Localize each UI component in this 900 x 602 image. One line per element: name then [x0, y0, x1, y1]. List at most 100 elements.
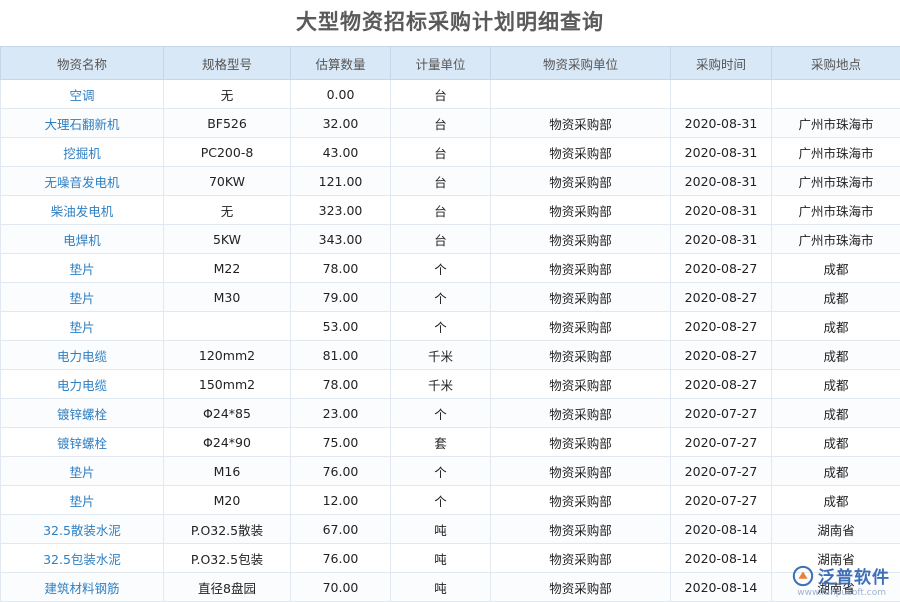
column-header[interactable]: 采购地点: [772, 47, 900, 80]
cell-unit: 个: [391, 457, 491, 486]
table-row[interactable]: 空调无0.00台: [1, 80, 900, 109]
cell-dept: [491, 80, 671, 109]
cell-place: 广州市珠海市: [772, 225, 900, 254]
column-header[interactable]: 计量单位: [391, 47, 491, 80]
cell-name[interactable]: 32.5散装水泥: [1, 515, 164, 544]
column-header[interactable]: 采购时间: [671, 47, 772, 80]
fanpu-logo-icon: [792, 565, 814, 587]
cell-name[interactable]: 电焊机: [1, 225, 164, 254]
cell-date: 2020-08-31: [671, 167, 772, 196]
table-row[interactable]: 电力电缆120mm281.00千米物资采购部2020-08-27成都: [1, 341, 900, 370]
cell-date: 2020-08-31: [671, 109, 772, 138]
table-row[interactable]: 镀锌螺栓Φ24*9075.00套物资采购部2020-07-27成都: [1, 428, 900, 457]
cell-name[interactable]: 空调: [1, 80, 164, 109]
cell-place: 广州市珠海市: [772, 138, 900, 167]
cell-spec: 150mm2: [164, 370, 291, 399]
cell-date: 2020-08-27: [671, 341, 772, 370]
cell-qty: 32.00: [291, 109, 391, 138]
cell-dept: 物资采购部: [491, 573, 671, 602]
cell-date: 2020-08-14: [671, 573, 772, 602]
table-row[interactable]: 垫片M1676.00个物资采购部2020-07-27成都: [1, 457, 900, 486]
procurement-table: 物资名称规格型号估算数量计量单位物资采购单位采购时间采购地点 空调无0.00台大…: [0, 46, 900, 602]
cell-qty: 75.00: [291, 428, 391, 457]
cell-place: 成都: [772, 457, 900, 486]
cell-spec: 无: [164, 196, 291, 225]
cell-qty: 76.00: [291, 457, 391, 486]
table-row[interactable]: 建筑材料钢筋直径8盘园70.00吨物资采购部2020-08-14湖南省: [1, 573, 900, 602]
cell-spec: 无: [164, 80, 291, 109]
cell-dept: 物资采购部: [491, 486, 671, 515]
cell-date: 2020-07-27: [671, 428, 772, 457]
cell-name[interactable]: 垫片: [1, 457, 164, 486]
cell-place: 湖南省: [772, 515, 900, 544]
table-row[interactable]: 挖掘机PC200-843.00台物资采购部2020-08-31广州市珠海市: [1, 138, 900, 167]
table-row[interactable]: 垫片53.00个物资采购部2020-08-27成都: [1, 312, 900, 341]
cell-name[interactable]: 垫片: [1, 486, 164, 515]
table-row[interactable]: 大理石翻新机BF52632.00台物资采购部2020-08-31广州市珠海市: [1, 109, 900, 138]
cell-dept: 物资采购部: [491, 341, 671, 370]
cell-name[interactable]: 镀锌螺栓: [1, 428, 164, 457]
table-row[interactable]: 32.5散装水泥P.O32.5散装67.00吨物资采购部2020-08-14湖南…: [1, 515, 900, 544]
cell-date: 2020-08-31: [671, 196, 772, 225]
watermark-text: 泛普软件: [818, 563, 890, 588]
cell-name[interactable]: 垫片: [1, 283, 164, 312]
table-row[interactable]: 镀锌螺栓Φ24*8523.00个物资采购部2020-07-27成都: [1, 399, 900, 428]
column-header[interactable]: 估算数量: [291, 47, 391, 80]
table-body: 空调无0.00台大理石翻新机BF52632.00台物资采购部2020-08-31…: [1, 80, 900, 602]
cell-place: 广州市珠海市: [772, 109, 900, 138]
cell-name[interactable]: 电力电缆: [1, 341, 164, 370]
cell-place: 广州市珠海市: [772, 167, 900, 196]
cell-unit: 吨: [391, 544, 491, 573]
cell-dept: 物资采购部: [491, 167, 671, 196]
cell-unit: 吨: [391, 573, 491, 602]
cell-qty: 12.00: [291, 486, 391, 515]
table-row[interactable]: 电焊机5KW343.00台物资采购部2020-08-31广州市珠海市: [1, 225, 900, 254]
cell-name[interactable]: 镀锌螺栓: [1, 399, 164, 428]
cell-qty: 43.00: [291, 138, 391, 167]
cell-date: 2020-08-31: [671, 225, 772, 254]
table-row[interactable]: 垫片M2012.00个物资采购部2020-07-27成都: [1, 486, 900, 515]
watermark-url: www.fanpusoft.com: [797, 588, 886, 598]
cell-name[interactable]: 挖掘机: [1, 138, 164, 167]
cell-unit: 台: [391, 196, 491, 225]
cell-name[interactable]: 垫片: [1, 312, 164, 341]
cell-name[interactable]: 大理石翻新机: [1, 109, 164, 138]
cell-place: 成都: [772, 486, 900, 515]
cell-name[interactable]: 32.5包装水泥: [1, 544, 164, 573]
cell-name[interactable]: 垫片: [1, 254, 164, 283]
cell-unit: 个: [391, 254, 491, 283]
table-row[interactable]: 垫片M3079.00个物资采购部2020-08-27成都: [1, 283, 900, 312]
cell-name[interactable]: 无噪音发电机: [1, 167, 164, 196]
cell-date: 2020-07-27: [671, 399, 772, 428]
table-row[interactable]: 电力电缆150mm278.00千米物资采购部2020-08-27成都: [1, 370, 900, 399]
cell-place: 成都: [772, 254, 900, 283]
table-row[interactable]: 垫片M2278.00个物资采购部2020-08-27成都: [1, 254, 900, 283]
cell-name[interactable]: 电力电缆: [1, 370, 164, 399]
table-row[interactable]: 32.5包装水泥P.O32.5包装76.00吨物资采购部2020-08-14湖南…: [1, 544, 900, 573]
cell-qty: 76.00: [291, 544, 391, 573]
cell-spec: M16: [164, 457, 291, 486]
column-header[interactable]: 物资名称: [1, 47, 164, 80]
cell-date: 2020-08-31: [671, 138, 772, 167]
cell-name[interactable]: 建筑材料钢筋: [1, 573, 164, 602]
cell-unit: 台: [391, 109, 491, 138]
cell-name[interactable]: 柴油发电机: [1, 196, 164, 225]
cell-date: 2020-08-27: [671, 312, 772, 341]
column-header[interactable]: 物资采购单位: [491, 47, 671, 80]
cell-dept: 物资采购部: [491, 544, 671, 573]
cell-qty: 343.00: [291, 225, 391, 254]
cell-qty: 23.00: [291, 399, 391, 428]
cell-date: 2020-08-14: [671, 515, 772, 544]
cell-dept: 物资采购部: [491, 312, 671, 341]
cell-dept: 物资采购部: [491, 370, 671, 399]
cell-unit: 个: [391, 486, 491, 515]
table-row[interactable]: 无噪音发电机70KW121.00台物资采购部2020-08-31广州市珠海市: [1, 167, 900, 196]
cell-place: 成都: [772, 312, 900, 341]
column-header[interactable]: 规格型号: [164, 47, 291, 80]
watermark: 泛普软件: [792, 563, 890, 588]
cell-place: 成都: [772, 399, 900, 428]
page-title: 大型物资招标采购计划明细查询: [0, 0, 900, 46]
cell-unit: 吨: [391, 515, 491, 544]
table-row[interactable]: 柴油发电机无323.00台物资采购部2020-08-31广州市珠海市: [1, 196, 900, 225]
cell-spec: 5KW: [164, 225, 291, 254]
